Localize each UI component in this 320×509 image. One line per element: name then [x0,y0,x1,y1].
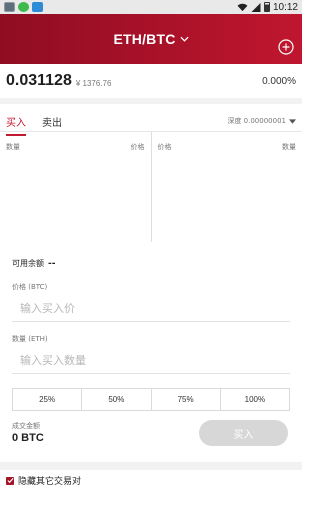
bids-column: 数量 价格 [0,132,152,242]
gallery-notification-icon [4,2,15,12]
status-icons-left [4,2,43,12]
percent-50-button[interactable]: 50% [82,389,152,410]
balance-value: -- [48,258,56,269]
quantity-input[interactable] [12,348,290,374]
asks-price-header: 价格 [157,143,172,151]
signal-icon [251,2,261,12]
status-bar: 10:12 [0,0,302,14]
asks-header: 价格 数量 [152,132,303,152]
percent-75-button[interactable]: 75% [151,389,221,410]
battery-icon [263,2,270,12]
price-input[interactable] [12,296,290,322]
trade-tabs: 买入 卖出 深度 0.00000001 [0,110,302,136]
percent-selector: 25% 50% 75% 100% [12,388,290,411]
percent-100-button[interactable]: 100% [220,389,289,410]
balance-label: 可用余额 [12,259,44,268]
buy-submit-button[interactable]: 买入 [199,420,288,446]
pair-base: ETH [113,31,143,47]
last-price: 0.031128 [6,72,72,89]
price-change: 0.000% [262,75,296,87]
asks-qty-header: 数量 [282,143,296,151]
status-time: 10:12 [272,1,298,13]
bids-header: 数量 价格 [0,132,151,152]
hide-other-pairs-toggle[interactable]: 隐藏其它交易对 [6,474,81,487]
checkbox-checked-icon[interactable] [6,476,14,485]
percent-25-button[interactable]: 25% [13,389,83,410]
status-icons-right: 10:12 [237,2,298,13]
ticker-row: 0.031128 ¥ 1376.76 0.000% [0,64,302,104]
pair-quote: BTC [146,31,176,47]
asks-column: 价格 数量 [152,132,303,242]
hide-other-pairs-label: 隐藏其它交易对 [18,477,82,487]
depth-selector[interactable]: 深度 0.00000001 [227,116,296,126]
price-cny: ¥ 1376.76 [75,78,112,88]
chevron-down-icon [179,36,189,42]
amount-label: 成交金额 [12,422,40,430]
triangle-down-icon [289,118,296,124]
bids-qty-header: 数量 [6,143,20,151]
qty-field-label: 数量 (ETH) [12,335,48,343]
section-divider [0,462,302,470]
wifi-icon [237,3,248,11]
order-book: 数量 价格 价格 数量 [0,132,302,242]
tab-sell[interactable]: 卖出 [42,110,62,134]
add-circle-icon[interactable] [278,39,294,55]
available-balance: 可用余额 -- [12,258,55,269]
pair-selector[interactable]: ETH / BTC [113,31,189,47]
amount-value: 0 BTC [12,432,44,444]
message-notification-icon [32,2,43,12]
app-header: ETH / BTC [0,14,302,64]
bids-price-header: 价格 [130,143,145,151]
price-field-label: 价格 (BTC) [12,283,48,291]
wechat-notification-icon [18,2,29,12]
depth-label: 深度 0.00000001 [227,117,286,125]
